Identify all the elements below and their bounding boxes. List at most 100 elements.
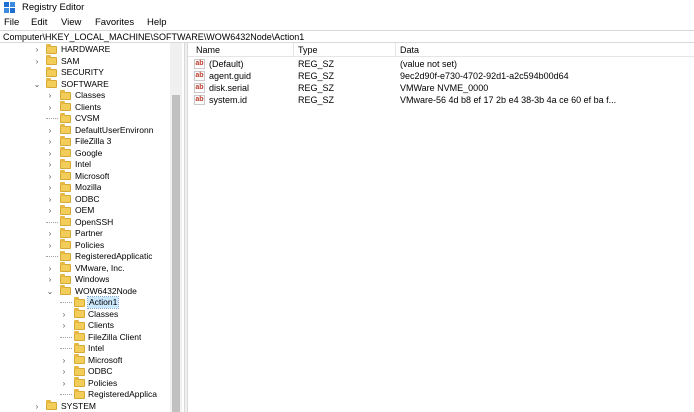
tree-node[interactable]: OpenSSH <box>0 216 170 229</box>
tree-node-label[interactable]: Mozilla <box>75 182 101 193</box>
tree-node[interactable]: › Classes <box>0 89 170 102</box>
chevron-right-icon[interactable]: › <box>60 355 68 366</box>
column-header-type[interactable]: Type <box>298 45 318 55</box>
tree-node[interactable]: › Google <box>0 147 170 160</box>
chevron-right-icon[interactable]: › <box>46 228 54 239</box>
tree-node[interactable]: Action1 <box>0 296 170 309</box>
chevron-right-icon[interactable]: › <box>46 171 54 182</box>
address-bar[interactable]: Computer\HKEY_LOCAL_MACHINE\SOFTWARE\WOW… <box>0 30 694 43</box>
menu-view[interactable]: View <box>61 17 81 28</box>
tree-node[interactable]: › Clients <box>0 319 170 332</box>
values-list[interactable]: Name Type Data ab (Default) REG_SZ (value n… <box>188 43 694 412</box>
registry-tree[interactable]: › HARDWARE › SAM SECURITY ⌄ SOFTWARE › Classes › C… <box>0 43 184 412</box>
chevron-right-icon[interactable]: › <box>60 309 68 320</box>
chevron-right-icon[interactable]: › <box>33 44 41 55</box>
tree-node-label[interactable]: Intel <box>88 343 104 354</box>
tree-node-label[interactable]: Partner <box>75 228 103 239</box>
tree-node-label[interactable]: Microsoft <box>75 171 109 182</box>
tree-node[interactable]: › Policies <box>0 239 170 252</box>
tree-node-label[interactable]: OEM <box>75 205 94 216</box>
tree-node[interactable]: RegisteredApplica <box>0 388 170 401</box>
tree-node[interactable]: › Mozilla <box>0 181 170 194</box>
tree-node-label[interactable]: OpenSSH <box>75 217 113 228</box>
tree-node[interactable]: › SYSTEM <box>0 400 170 412</box>
tree-node-label[interactable]: SOFTWARE <box>61 79 109 90</box>
menu-favorites[interactable]: Favorites <box>95 17 134 28</box>
tree-node[interactable]: › Policies <box>0 377 170 390</box>
chevron-right-icon[interactable]: › <box>60 378 68 389</box>
tree-node-label[interactable]: Classes <box>75 90 105 101</box>
menu-help[interactable]: Help <box>147 17 167 28</box>
tree-scrollbar[interactable] <box>170 43 182 412</box>
value-row[interactable]: ab disk.serial REG_SZ VMWare NVME_0000 <box>188 83 694 95</box>
tree-node-label[interactable]: FileZilla 3 <box>75 136 111 147</box>
tree-node-label[interactable]: HARDWARE <box>61 44 110 55</box>
tree-node[interactable]: FileZilla Client <box>0 331 170 344</box>
tree-node[interactable]: › VMware, Inc. <box>0 262 170 275</box>
tree-node-label[interactable]: RegisteredApplicatic <box>75 251 152 262</box>
menu-edit[interactable]: Edit <box>31 17 47 28</box>
menu-file[interactable]: File <box>4 17 19 28</box>
chevron-down-icon[interactable]: ⌄ <box>33 79 41 90</box>
tree-node[interactable]: › Windows <box>0 273 170 286</box>
tree-node-label[interactable]: Intel <box>75 159 91 170</box>
chevron-right-icon[interactable]: › <box>46 102 54 113</box>
tree-scrollbar-thumb[interactable] <box>172 95 180 412</box>
tree-node-label[interactable]: RegisteredApplica <box>88 389 157 400</box>
column-divider[interactable] <box>395 43 396 57</box>
chevron-down-icon[interactable]: ⌄ <box>46 286 54 297</box>
tree-node-label[interactable]: Windows <box>75 274 109 285</box>
tree-node[interactable]: › HARDWARE <box>0 43 170 56</box>
chevron-right-icon[interactable]: › <box>46 148 54 159</box>
tree-node-label[interactable]: Microsoft <box>88 355 122 366</box>
tree-node-label[interactable]: Policies <box>75 240 104 251</box>
tree-node-label[interactable]: SECURITY <box>61 67 104 78</box>
tree-node[interactable]: › Microsoft <box>0 170 170 183</box>
tree-node[interactable]: ⌄ WOW6432Node <box>0 285 170 298</box>
column-divider[interactable] <box>293 43 294 57</box>
tree-node-label[interactable]: WOW6432Node <box>75 286 137 297</box>
tree-node-label[interactable]: ODBC <box>75 194 100 205</box>
tree-node[interactable]: RegisteredApplicatic <box>0 250 170 263</box>
value-row[interactable]: ab (Default) REG_SZ (value not set) <box>188 59 694 71</box>
chevron-right-icon[interactable]: › <box>33 56 41 67</box>
chevron-right-icon[interactable]: › <box>46 136 54 147</box>
tree-node-label[interactable]: VMware, Inc. <box>75 263 125 274</box>
chevron-right-icon[interactable]: › <box>33 401 41 412</box>
chevron-right-icon[interactable]: › <box>46 182 54 193</box>
column-header-name[interactable]: Name <box>196 45 220 55</box>
tree-node-label[interactable]: SAM <box>61 56 79 67</box>
tree-node-label[interactable]: Google <box>75 148 102 159</box>
tree-node[interactable]: › DefaultUserEnvironn <box>0 124 170 137</box>
address-path[interactable]: Computer\HKEY_LOCAL_MACHINE\SOFTWARE\WOW… <box>3 32 304 42</box>
tree-node[interactable]: Intel <box>0 342 170 355</box>
value-row[interactable]: ab agent.guid REG_SZ 9ec2d90f-e730-4702-92d… <box>188 71 694 83</box>
chevron-right-icon[interactable]: › <box>46 194 54 205</box>
chevron-right-icon[interactable]: › <box>46 263 54 274</box>
tree-node-label[interactable]: Classes <box>88 309 118 320</box>
chevron-right-icon[interactable]: › <box>46 205 54 216</box>
tree-node[interactable]: CVSM <box>0 112 170 125</box>
tree-node[interactable]: ⌄ SOFTWARE <box>0 78 170 91</box>
tree-node[interactable]: › Clients <box>0 101 170 114</box>
tree-node[interactable]: SECURITY <box>0 66 170 79</box>
chevron-right-icon[interactable]: › <box>60 366 68 377</box>
tree-node-label[interactable]: SYSTEM <box>61 401 96 412</box>
tree-node[interactable]: › ODBC <box>0 193 170 206</box>
tree-node[interactable]: › Microsoft <box>0 354 170 367</box>
tree-node[interactable]: › Classes <box>0 308 170 321</box>
tree-node-label[interactable]: DefaultUserEnvironn <box>75 125 153 136</box>
tree-node-label[interactable]: Clients <box>75 102 101 113</box>
tree-node[interactable]: › SAM <box>0 55 170 68</box>
tree-node[interactable]: › Intel <box>0 158 170 171</box>
chevron-right-icon[interactable]: › <box>46 90 54 101</box>
chevron-right-icon[interactable]: › <box>46 240 54 251</box>
tree-node-label[interactable]: Clients <box>88 320 114 331</box>
tree-node[interactable]: › Partner <box>0 227 170 240</box>
value-row[interactable]: ab system.id REG_SZ VMware-56 4d b8 ef 17 2… <box>188 95 694 107</box>
chevron-right-icon[interactable]: › <box>46 125 54 136</box>
tree-node[interactable]: › ODBC <box>0 365 170 378</box>
tree-node-label[interactable]: Policies <box>88 378 117 389</box>
chevron-right-icon[interactable]: › <box>46 159 54 170</box>
column-header-data[interactable]: Data <box>400 45 419 55</box>
